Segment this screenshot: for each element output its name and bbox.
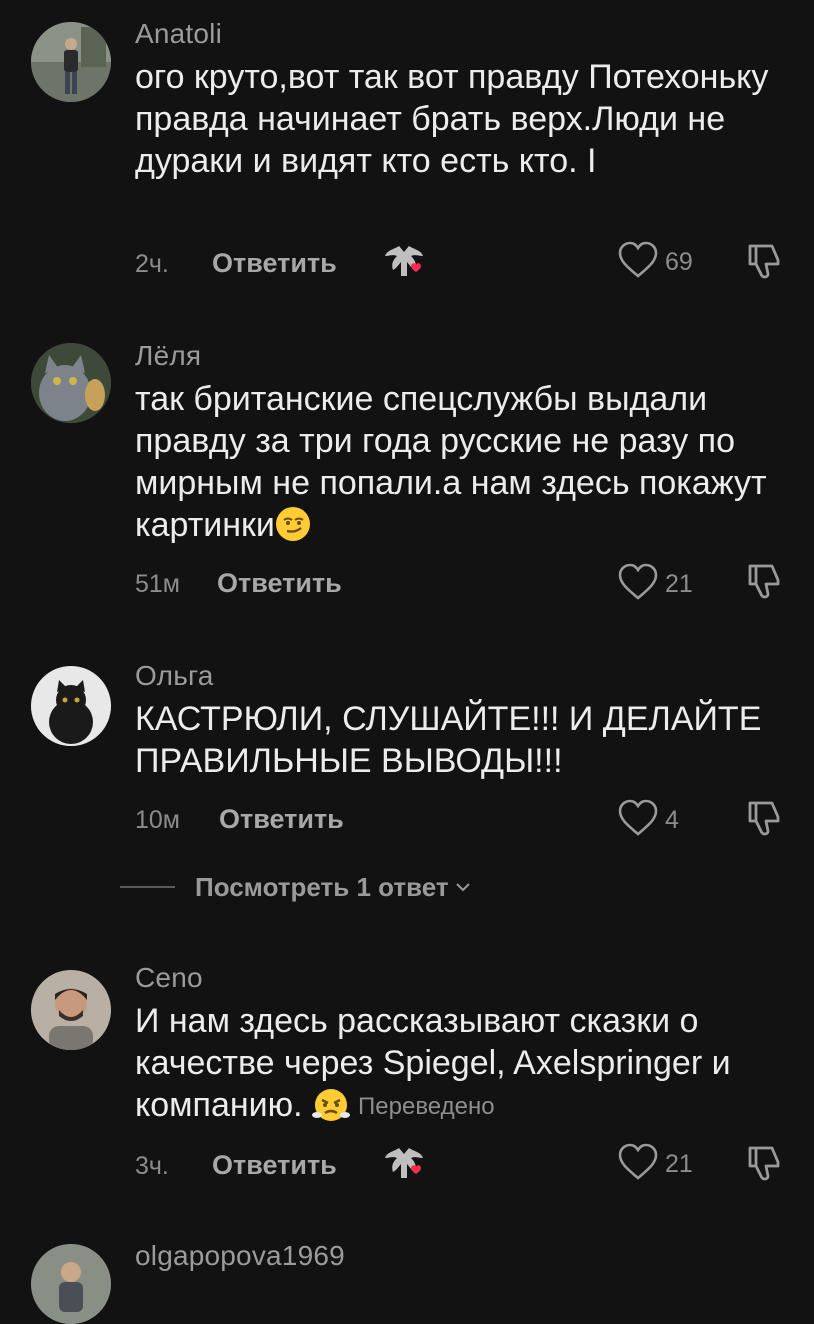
heart-icon[interactable]: [616, 562, 660, 602]
username[interactable]: Anatoli: [135, 18, 222, 50]
thumbs-down-icon[interactable]: [744, 797, 786, 839]
black-cat-avatar-icon: [31, 666, 111, 746]
comment-time: 51м: [135, 570, 180, 598]
person-avatar-icon: [31, 1244, 111, 1324]
username[interactable]: Ceno: [135, 962, 203, 994]
comment-text: КАСТРЮЛИ, СЛУШАЙТЕ!!! И ДЕЛАЙТЕ ПРАВИЛЬН…: [135, 700, 762, 780]
chevron-down-icon: [455, 883, 470, 892]
like-count: 4: [665, 806, 679, 834]
heart-icon[interactable]: [616, 798, 660, 838]
comment-text: так британские спецслужбы выдали правду …: [135, 378, 785, 552]
thumbs-down-icon[interactable]: [744, 1142, 786, 1184]
heart-icon[interactable]: [616, 240, 660, 280]
comment-text: И нам здесь рассказывают сказки о качест…: [135, 1000, 785, 1132]
translated-label[interactable]: Переведено: [358, 1093, 495, 1120]
comment-time: 10м: [135, 806, 180, 834]
view-replies-label: Посмотреть 1 ответ: [195, 871, 449, 902]
man-avatar-icon: [31, 970, 111, 1050]
smirk-emoji-icon: [275, 506, 311, 552]
comment-text-content: так британские спецслужбы выдали правду …: [135, 380, 767, 544]
like-count: 21: [665, 570, 693, 598]
username[interactable]: olgapopova1969: [135, 1240, 345, 1272]
avatar[interactable]: [31, 343, 111, 423]
reply-button[interactable]: Ответить: [212, 1150, 337, 1181]
triumph-emoji-icon: [312, 1088, 351, 1132]
reply-button[interactable]: Ответить: [212, 248, 337, 279]
thumbs-down-icon[interactable]: [744, 240, 786, 282]
view-replies-button[interactable]: Посмотреть 1 ответ: [120, 872, 471, 902]
heart-icon[interactable]: [616, 1142, 660, 1182]
divider-line: [120, 886, 175, 888]
avatar[interactable]: [31, 970, 111, 1050]
comment-time: 2ч.: [135, 250, 169, 278]
reply-button[interactable]: Ответить: [219, 804, 344, 835]
username[interactable]: Ольга: [135, 660, 214, 692]
avatar[interactable]: [31, 1244, 111, 1324]
comment-time: 3ч.: [135, 1152, 169, 1180]
cat-avatar-icon: [31, 343, 111, 423]
avatar[interactable]: [31, 666, 111, 746]
username[interactable]: Лёля: [135, 340, 201, 372]
creator-liked-icon: [383, 1144, 427, 1184]
thumbs-down-icon[interactable]: [744, 560, 786, 602]
comment-text: ого круто,вот так вот правду Потехоньку …: [135, 58, 769, 180]
avatar[interactable]: [31, 22, 111, 102]
person-standing-avatar-icon: [31, 22, 111, 102]
reply-button[interactable]: Ответить: [217, 568, 342, 599]
like-count: 69: [665, 248, 693, 276]
like-count: 21: [665, 1150, 693, 1178]
creator-liked-icon: [383, 242, 427, 282]
